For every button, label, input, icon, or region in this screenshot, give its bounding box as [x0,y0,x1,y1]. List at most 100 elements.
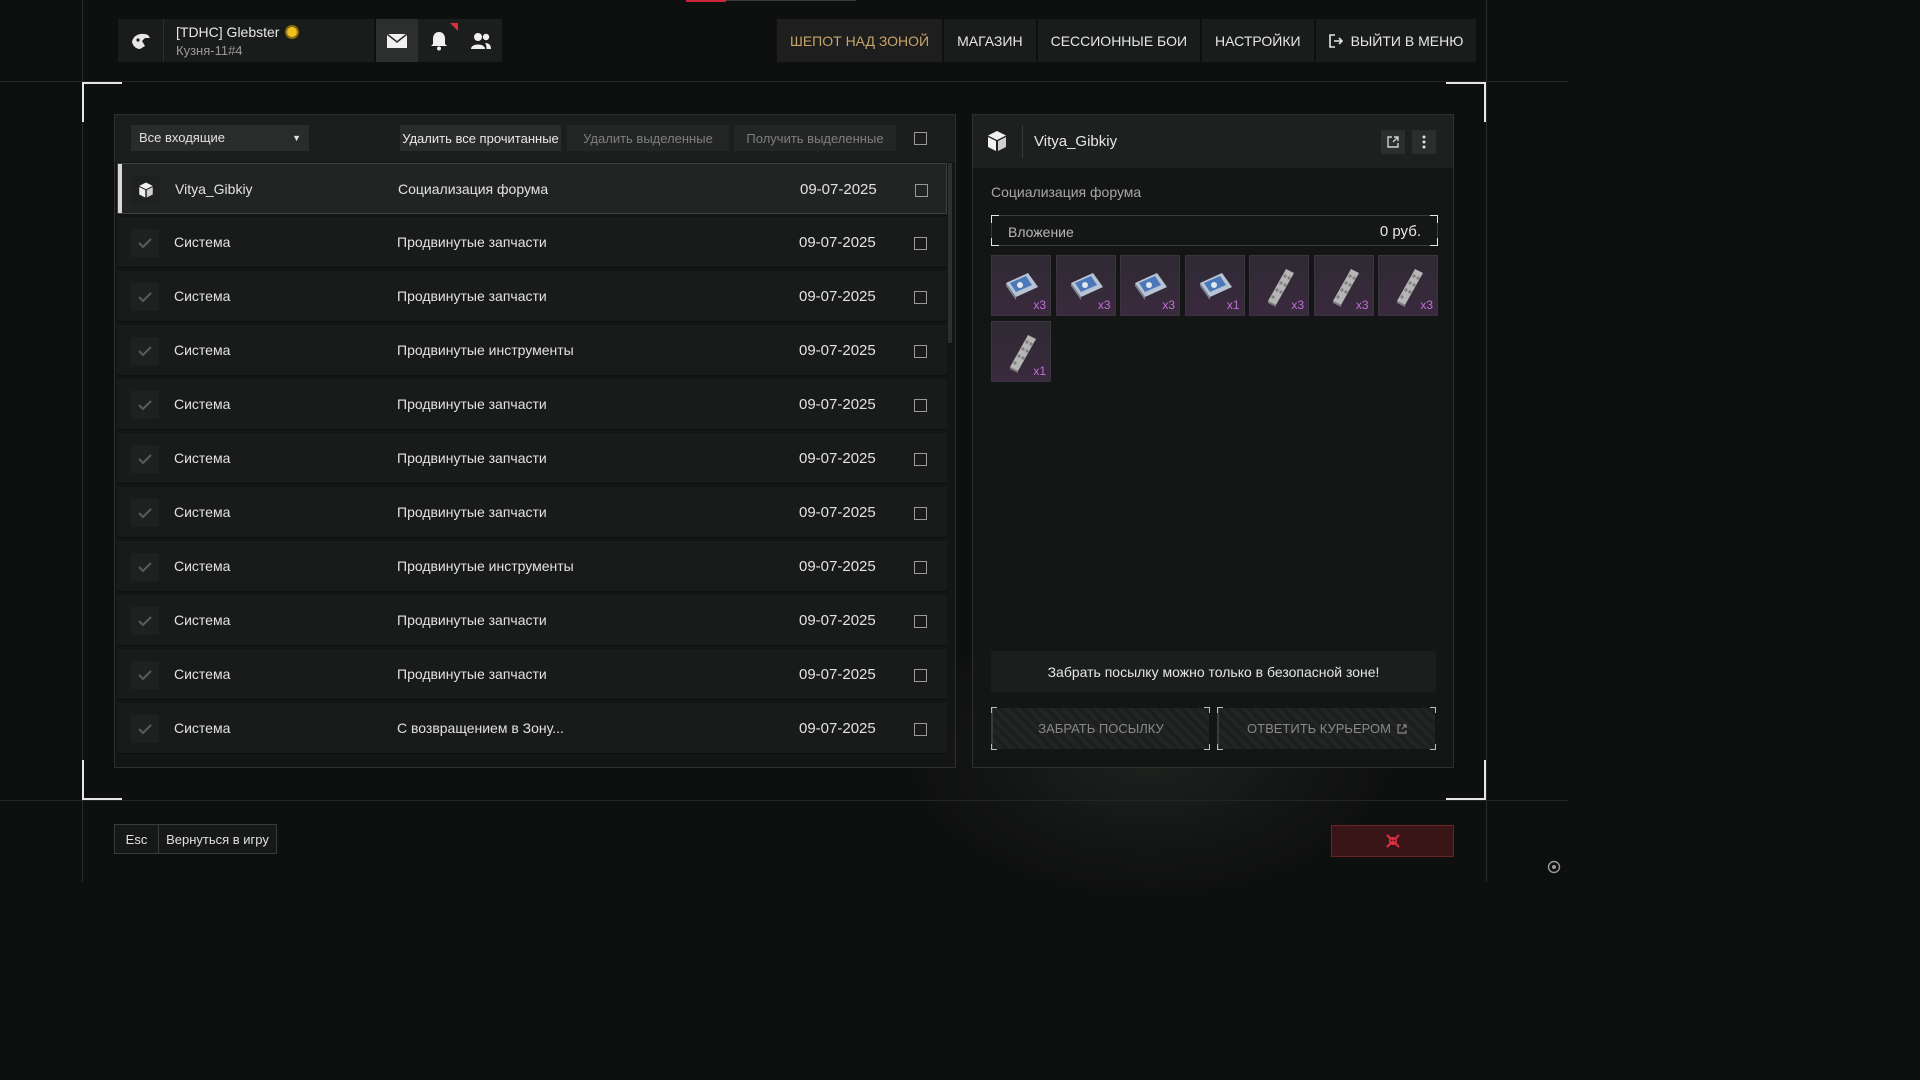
chevron-down-icon: ▼ [292,133,301,143]
open-external-button[interactable] [1381,130,1405,154]
friends-icon [471,32,491,49]
mail-subject: Продвинутые запчасти [397,504,547,520]
main-nav: ШЕПОТ НАД ЗОНОЙ МАГАЗИН СЕССИОННЫЕ БОИ Н… [777,19,1477,62]
mail-date: 09-07-2025 [799,450,876,467]
mail-row-checkbox[interactable] [914,453,927,466]
attachment-item[interactable]: x3 [1378,255,1438,316]
attachment-item[interactable]: x3 [991,255,1051,316]
danger-button[interactable] [1331,825,1454,857]
mail-sender: Vitya_Gibkiy [175,181,253,197]
mail-sender: Система [174,396,231,412]
mail-subject: Продвинутые запчасти [397,450,547,466]
check-icon [131,715,159,743]
mail-icon [386,32,408,48]
frame-line-left [82,0,83,882]
rank-badge-icon [285,24,300,39]
mail-row[interactable]: Система Продвинутые запчасти 09-07-2025 [117,595,947,646]
check-icon [131,445,159,473]
mail-row-checkbox[interactable] [914,615,927,628]
mail-button[interactable] [376,19,418,62]
mail-row-checkbox[interactable] [914,345,927,358]
mail-sender: Система [174,288,231,304]
nav-exit-to-menu[interactable]: ВЫЙТИ В МЕНЮ [1315,19,1477,62]
item-quantity: x3 [1420,298,1433,312]
attachment-label: Вложение [1008,224,1074,240]
mail-row-checkbox[interactable] [914,669,927,682]
mail-detail-panel: Vitya_Gibkiy Социализация форума Вложени… [972,114,1454,768]
mail-sender: Система [174,342,231,358]
header-divider [0,81,1568,82]
select-all-checkbox[interactable] [914,132,927,145]
mail-row-checkbox[interactable] [914,237,927,250]
reply-courier-label: ОТВЕТИТЬ КУРЬЕРОМ [1247,721,1391,736]
mail-subject: Продвинутые инструменты [397,558,574,574]
mail-row[interactable]: Vitya_Gibkiy Социализация форума 09-07-202… [117,163,947,214]
mail-row[interactable]: Система Продвинутые запчасти 09-07-2025 [117,649,947,700]
mail-date: 09-07-2025 [799,612,876,629]
nav-whisper-over-zone[interactable]: ШЕПОТ НАД ЗОНОЙ [777,19,943,62]
mail-row[interactable]: Система Продвинутые запчасти 09-07-2025 [117,217,947,268]
attachment-item[interactable]: x3 [1055,255,1116,316]
inbox-filter-select[interactable]: Все входящие ▼ [131,125,309,151]
mail-sender: Система [174,612,231,628]
mail-row[interactable]: Система Продвинутые инструменты 09-07-2025 [117,325,947,376]
check-icon [131,283,159,311]
more-vertical-icon [1422,135,1426,149]
package-icon [985,129,1009,158]
notification-indicator [450,23,458,31]
mail-list-scrollbar[interactable] [948,163,952,343]
take-package-button[interactable]: ЗАБРАТЬ ПОСЫЛКУ [991,707,1210,750]
item-quantity: x3 [1162,298,1175,312]
mail-row[interactable]: Система Продвинутые запчасти 09-07-2025 [117,487,947,538]
attachment-item[interactable]: x3 [1313,255,1374,316]
notifications-button[interactable] [418,19,460,62]
attachment-item[interactable]: x1 [991,321,1051,382]
player-name: [TDHC] Glebster [176,23,280,40]
more-options-button[interactable] [1412,130,1436,154]
attachment-item[interactable]: x3 [1249,255,1309,316]
skull-crossbones-icon [1385,834,1400,848]
mail-row-checkbox[interactable] [915,184,928,197]
nav-shop[interactable]: МАГАЗИН [944,19,1036,62]
nav-session-battles[interactable]: СЕССИОННЫЕ БОИ [1037,19,1201,62]
delete-read-button[interactable]: Удалить все прочитанные [400,125,561,151]
mail-detail-header: Vitya_Gibkiy [973,115,1453,168]
external-link-icon [1387,136,1399,148]
item-quantity: x1 [1226,298,1240,312]
player-profile[interactable]: [TDHC] Glebster Кузня-11#4 [118,19,374,62]
attachment-value: 0 руб. [1379,223,1421,240]
item-quantity: x1 [1033,364,1046,378]
nav-settings[interactable]: НАСТРОЙКИ [1202,19,1314,62]
mail-date: 09-07-2025 [799,558,876,575]
attachment-item[interactable]: x1 [1184,255,1245,316]
check-icon [131,661,159,689]
mail-row[interactable]: Система Продвинутые инструменты 09-07-2025 [117,541,947,592]
check-icon [131,553,159,581]
back-to-game[interactable]: Esc Вернуться в игру [114,824,277,854]
mail-row[interactable]: Система Продвинутые запчасти 09-07-2025 [117,433,947,484]
friends-button[interactable] [460,19,502,62]
mail-date: 09-07-2025 [799,504,876,521]
mail-row-checkbox[interactable] [914,399,927,412]
mail-date: 09-07-2025 [799,720,876,737]
delete-selected-button[interactable]: Удалить выделенные [567,125,729,151]
check-icon [131,607,159,635]
attachment-item[interactable]: x3 [1120,255,1180,316]
mail-row[interactable]: Система Продвинутые запчасти 09-07-2025 [117,379,947,430]
mail-subject: Продвинутые запчасти [397,288,547,304]
mail-row[interactable]: Система Продвинутые запчасти 09-07-2025 [117,271,947,322]
receive-selected-button[interactable]: Получить выделенные [734,125,896,151]
mail-row-checkbox[interactable] [914,507,927,520]
reply-courier-button[interactable]: ОТВЕТИТЬ КУРЬЕРОМ [1217,707,1436,750]
back-to-game-label: Вернуться в игру [159,824,277,854]
inbox-filter-value: Все входящие [139,130,226,145]
mail-date: 09-07-2025 [800,181,877,198]
settings-corner-icon[interactable] [1547,860,1561,879]
mail-row-checkbox[interactable] [914,561,927,574]
mail-subject: Социализация форума [398,181,549,197]
item-quantity: x3 [1033,298,1046,312]
mail-row-checkbox[interactable] [914,723,927,736]
check-icon [131,391,159,419]
mail-row-checkbox[interactable] [914,291,927,304]
mail-row[interactable]: Система С возвращением в Зону... 09-07-202… [117,703,947,754]
